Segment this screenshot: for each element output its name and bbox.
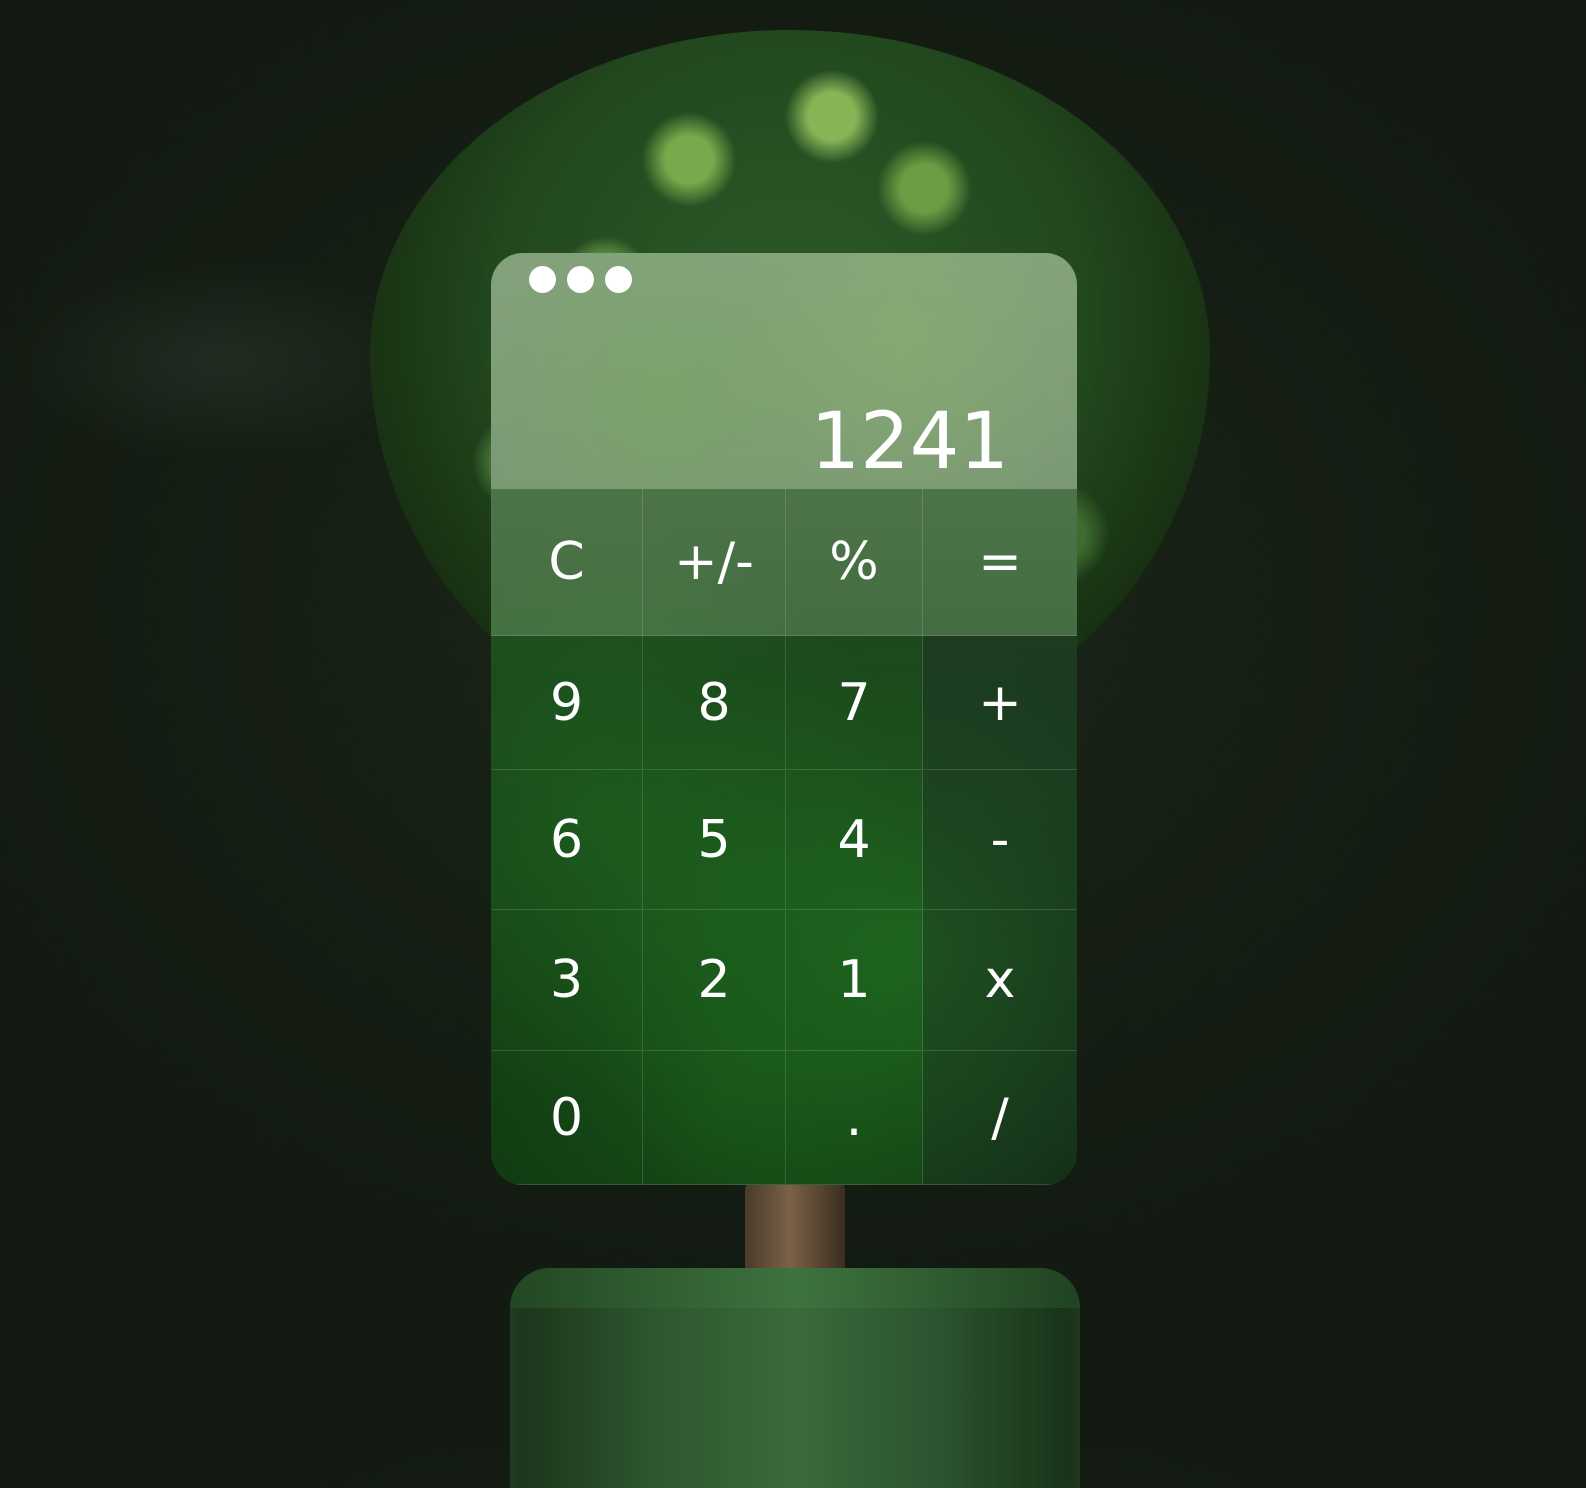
- multiply-button[interactable]: x: [923, 910, 1077, 1051]
- percent-button[interactable]: %: [786, 489, 923, 636]
- clear-button[interactable]: C: [491, 489, 643, 636]
- digit-3-button[interactable]: 3: [491, 910, 643, 1051]
- window-dot-1[interactable]: [529, 266, 556, 293]
- background-plant-pot: [510, 1268, 1080, 1488]
- add-button[interactable]: +: [923, 636, 1077, 770]
- digit-6-button[interactable]: 6: [491, 770, 643, 910]
- digit-4-button[interactable]: 4: [786, 770, 923, 910]
- decimal-button[interactable]: .: [786, 1051, 923, 1185]
- window-controls: [529, 266, 632, 293]
- digit-9-button[interactable]: 9: [491, 636, 643, 770]
- divide-button[interactable]: /: [923, 1051, 1077, 1185]
- keypad: C +/- % = 9 8 7 + 6 5 4 - 3 2 1 x 0 . /: [491, 489, 1077, 1185]
- digit-1-button[interactable]: 1: [786, 910, 923, 1051]
- digit-7-button[interactable]: 7: [786, 636, 923, 770]
- calculator-display: 1241: [491, 253, 1077, 489]
- empty-key[interactable]: [643, 1051, 786, 1185]
- equals-button[interactable]: =: [923, 489, 1077, 636]
- window-dot-3[interactable]: [605, 266, 632, 293]
- digit-8-button[interactable]: 8: [643, 636, 786, 770]
- display-value: 1241: [810, 397, 1009, 487]
- window-dot-2[interactable]: [567, 266, 594, 293]
- digit-5-button[interactable]: 5: [643, 770, 786, 910]
- digit-0-button[interactable]: 0: [491, 1051, 643, 1185]
- digit-2-button[interactable]: 2: [643, 910, 786, 1051]
- subtract-button[interactable]: -: [923, 770, 1077, 910]
- calculator-window: 1241 C +/- % = 9 8 7 + 6 5 4 - 3 2 1 x 0…: [491, 253, 1077, 1185]
- sign-toggle-button[interactable]: +/-: [643, 489, 786, 636]
